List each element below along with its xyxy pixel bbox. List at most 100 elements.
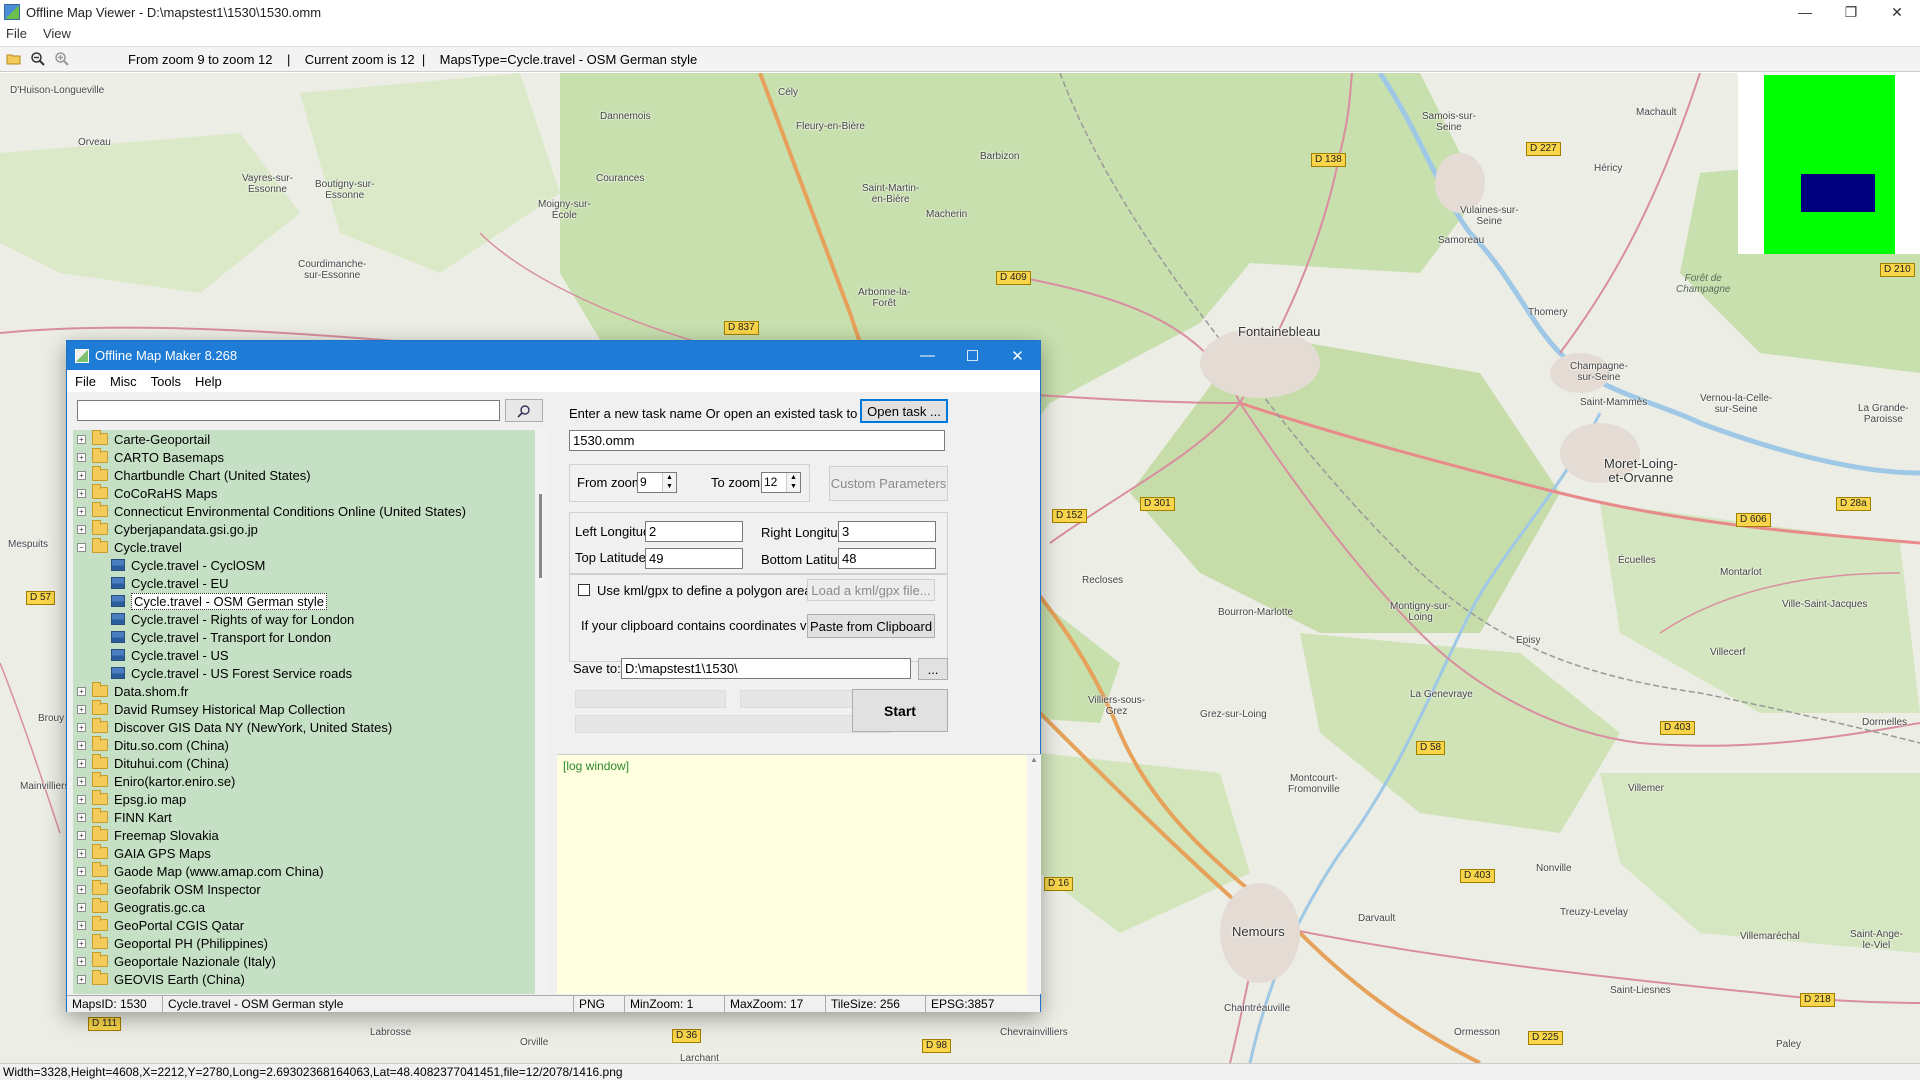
custom-parameters-button[interactable]: Custom Parameters — [829, 466, 948, 501]
tree-folder-item[interactable]: + Freemap Slovakia — [73, 826, 535, 844]
paste-from-clipboard-button[interactable]: Paste from Clipboard — [807, 614, 935, 638]
tree-folder-item[interactable]: + CoCoRaHS Maps — [73, 484, 535, 502]
log-scrollbar[interactable]: ▲ — [1027, 755, 1041, 994]
folder-icon — [92, 538, 108, 553]
expander-icon[interactable]: + — [77, 776, 86, 786]
dialog-menu-misc[interactable]: Misc — [110, 374, 137, 389]
dialog-menu-tools[interactable]: Tools — [151, 374, 181, 389]
tree-folder-item[interactable]: + Ditu.so.com (China) — [73, 736, 535, 754]
tree-map-item[interactable]: Cycle.travel - Transport for London — [73, 628, 535, 646]
right-longitude-input[interactable]: 3 — [838, 521, 936, 542]
expander-icon[interactable]: + — [77, 830, 86, 840]
tree-folder-item[interactable]: + Dituhui.com (China) — [73, 754, 535, 772]
tree-folder-item[interactable]: + Geoportal PH (Philippines) — [73, 934, 535, 952]
top-latitude-input[interactable]: 49 — [645, 548, 743, 569]
log-window[interactable]: [log window] ▲ — [557, 754, 1041, 994]
expander-icon[interactable]: + — [77, 974, 86, 984]
overview-viewport-rect[interactable] — [1801, 174, 1875, 212]
expander-icon[interactable]: + — [77, 848, 86, 858]
tree-map-item[interactable]: Cycle.travel - EU — [73, 574, 535, 592]
tree-map-item[interactable]: Cycle.travel - Rights of way for London — [73, 610, 535, 628]
tree-folder-item[interactable]: + Chartbundle Chart (United States) — [73, 466, 535, 484]
tree-folder-item[interactable]: + GAIA GPS Maps — [73, 844, 535, 862]
dialog-menu-file[interactable]: File — [75, 374, 96, 389]
from-zoom-spinner[interactable]: 9 ▲ ▼ — [637, 472, 677, 493]
tree-folder-item[interactable]: + Data.shom.fr — [73, 682, 535, 700]
overview-map[interactable] — [1738, 73, 1920, 254]
tree-map-item[interactable]: Cycle.travel - US Forest Service roads — [73, 664, 535, 682]
tree-folder-item[interactable]: + GeoPortal CGIS Qatar — [73, 916, 535, 934]
expander-icon[interactable]: + — [77, 758, 86, 768]
save-to-input[interactable]: D:\mapstest1\1530\ — [621, 658, 911, 679]
expander-icon[interactable]: − — [77, 542, 86, 552]
expander-icon[interactable]: + — [77, 470, 86, 480]
dialog-maximize-button[interactable]: ☐ — [950, 341, 995, 370]
dialog-minimize-button[interactable]: — — [905, 341, 950, 370]
expander-icon[interactable]: + — [77, 434, 86, 444]
tree-map-item[interactable]: Cycle.travel - US — [73, 646, 535, 664]
tree-folder-item[interactable]: + CARTO Basemaps — [73, 448, 535, 466]
expander-icon[interactable]: + — [77, 506, 86, 516]
load-kml-button[interactable]: Load a kml/gpx file... — [807, 579, 935, 601]
tree-folder-item[interactable]: + Connecticut Environmental Conditions On… — [73, 502, 535, 520]
left-longitude-input[interactable]: 2 — [645, 521, 743, 542]
expander-icon[interactable]: + — [77, 938, 86, 948]
menu-file[interactable]: File — [6, 26, 27, 41]
expander-icon[interactable]: + — [77, 902, 86, 912]
zoom-in-icon[interactable] — [52, 49, 72, 69]
expander-icon[interactable]: + — [77, 488, 86, 498]
tree-folder-item[interactable]: − Cycle.travel — [73, 538, 535, 556]
tree-folder-item[interactable]: + Gaode Map (www.amap.com China) — [73, 862, 535, 880]
tree-folder-item[interactable]: + Geogratis.gc.ca — [73, 898, 535, 916]
tree-scrollbar[interactable] — [535, 430, 547, 994]
dialog-close-button[interactable]: ✕ — [995, 341, 1040, 370]
tree-folder-item[interactable]: + Eniro(kartor.eniro.se) — [73, 772, 535, 790]
tree-folder-item[interactable]: + Geofabrik OSM Inspector — [73, 880, 535, 898]
tree-folder-item[interactable]: + Geoportale Nazionale (Italy) — [73, 952, 535, 970]
use-kml-checkbox[interactable] — [578, 584, 590, 596]
browse-folder-button[interactable]: ... — [918, 658, 948, 680]
folder-icon — [92, 736, 108, 751]
expander-icon[interactable]: + — [77, 884, 86, 894]
start-button[interactable]: Start — [852, 689, 948, 732]
expander-icon[interactable]: + — [77, 794, 86, 804]
tree-folder-item[interactable]: + David Rumsey Historical Map Collection — [73, 700, 535, 718]
close-button[interactable]: ✕ — [1874, 0, 1920, 24]
menu-view[interactable]: View — [43, 26, 71, 41]
restore-button[interactable]: ❐ — [1828, 0, 1874, 24]
open-folder-icon[interactable] — [4, 49, 24, 69]
zoom-out-icon[interactable] — [28, 49, 48, 69]
expander-icon[interactable]: + — [77, 740, 86, 750]
tree-folder-item[interactable]: + GEOVIS Earth (China) — [73, 970, 535, 988]
tree-map-item[interactable]: Cycle.travel - CyclOSM — [73, 556, 535, 574]
search-button[interactable] — [505, 399, 543, 422]
spinner-arrows-icon[interactable]: ▲ ▼ — [786, 473, 800, 492]
expander-icon[interactable]: + — [77, 722, 86, 732]
dialog-menu-help[interactable]: Help — [195, 374, 222, 389]
tree-scroll-thumb[interactable] — [539, 494, 542, 578]
expander-icon[interactable]: + — [77, 866, 86, 876]
search-input[interactable] — [77, 400, 500, 421]
tree-folder-item[interactable]: + Epsg.io map — [73, 790, 535, 808]
expander-icon[interactable]: + — [77, 524, 86, 534]
to-zoom-spinner[interactable]: 12 ▲ ▼ — [761, 472, 801, 493]
tree-folder-item[interactable]: + Discover GIS Data NY (NewYork, United S… — [73, 718, 535, 736]
expander-icon[interactable]: + — [77, 452, 86, 462]
expander-icon[interactable]: + — [77, 686, 86, 696]
minimize-button[interactable]: — — [1782, 0, 1828, 24]
spinner-arrows-icon[interactable]: ▲ ▼ — [662, 473, 676, 492]
tree-map-item[interactable]: Cycle.travel - OSM German style — [73, 592, 535, 610]
tree-folder-item[interactable]: + Cyberjapandata.gsi.go.jp — [73, 520, 535, 538]
tree-folder-item[interactable]: + Carte-Geoportail — [73, 430, 535, 448]
bottom-latitude-input[interactable]: 48 — [838, 548, 936, 569]
tree-folder-item[interactable]: + FINN Kart — [73, 808, 535, 826]
forest-area — [1600, 773, 1920, 953]
expander-icon[interactable]: + — [77, 704, 86, 714]
maps-tree[interactable]: + Carte-Geoportail + CARTO Basemaps + Chartbu… — [73, 430, 535, 994]
task-name-input[interactable]: 1530.omm — [569, 430, 945, 451]
open-task-button[interactable]: Open task ... — [860, 399, 948, 423]
expander-icon[interactable]: + — [77, 920, 86, 930]
dialog-titlebar[interactable]: Offline Map Maker 8.268 — ☐ ✕ — [67, 341, 1040, 370]
expander-icon[interactable]: + — [77, 812, 86, 822]
expander-icon[interactable]: + — [77, 956, 86, 966]
